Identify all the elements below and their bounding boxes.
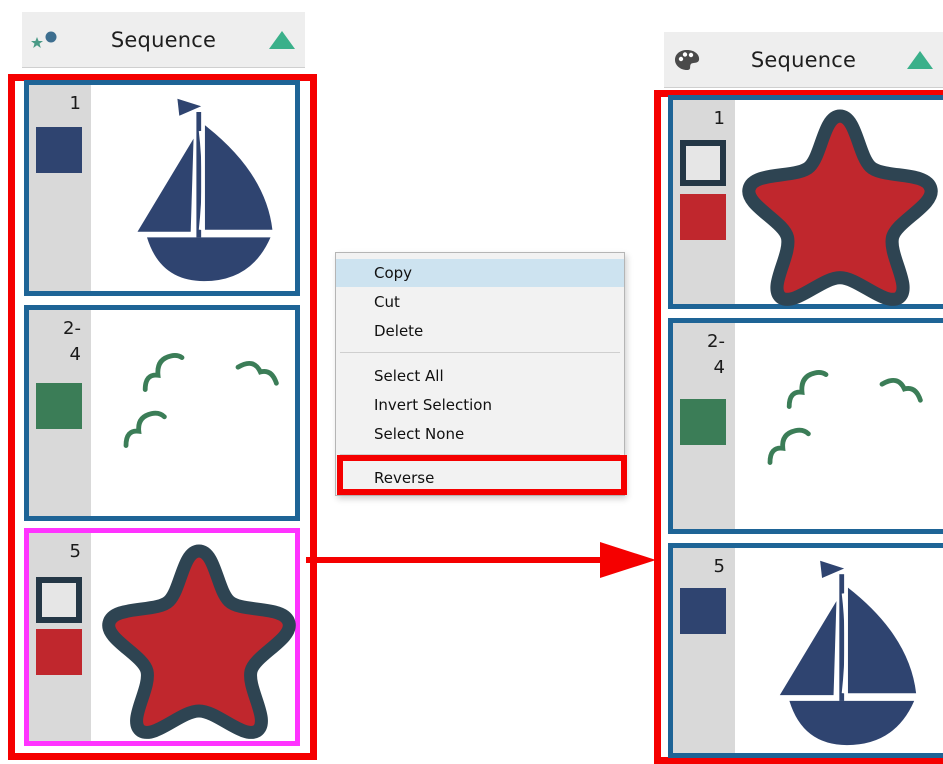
frame-1[interactable]: 1 [24,80,300,296]
annotation-box-reverse [337,455,627,495]
frame-2-4[interactable]: 2- 4 [668,318,943,534]
star-icon [742,109,938,306]
frame-2-4[interactable]: 2- 4 [24,305,300,521]
right-panel-header: Sequence [664,32,943,88]
sailboat-icon [137,98,273,282]
frame-5[interactable]: 5 [668,543,943,758]
menu-item-delete[interactable]: Delete [336,317,624,345]
frame-number: 5 [713,556,725,577]
sailboat-icon [779,560,917,746]
line-color-swatch[interactable] [680,140,726,186]
left-panel-header: Sequence [22,12,305,68]
triangle-up-icon[interactable] [897,49,943,71]
palette-icon[interactable] [664,48,710,72]
birds-icon [123,353,279,448]
frame-1[interactable]: 1 [668,95,943,309]
frame-number: 1 [713,108,725,129]
frame-number: 2- 4 [707,331,725,378]
frame-number: 5 [69,541,81,562]
panel-title: Sequence [110,27,217,52]
color-swatch[interactable] [680,399,726,445]
frame-5[interactable]: 5 [24,528,300,746]
menu-item-cut[interactable]: Cut [336,288,624,316]
line-color-swatch[interactable] [36,577,82,623]
color-swatch[interactable] [36,383,82,429]
triangle-up-icon[interactable] [259,29,305,51]
arrow-icon [306,542,656,578]
menu-item-select-all[interactable]: Select All [336,362,624,390]
menu-separator [340,352,620,353]
panel-title: Sequence [750,47,857,72]
menu-item-invert-selection[interactable]: Invert Selection [336,391,624,419]
menu-item-copy[interactable]: Copy [336,259,624,287]
fill-color-swatch[interactable] [36,629,82,675]
birds-icon [767,370,923,465]
color-swatch[interactable] [36,127,82,173]
frame-number: 2- 4 [63,318,81,365]
menu-item-select-none[interactable]: Select None [336,420,624,448]
frame-number: 1 [69,93,81,114]
star-icon [102,544,296,739]
color-swatch[interactable] [680,588,726,634]
shapes-icon[interactable] [22,29,68,51]
fill-color-swatch[interactable] [680,194,726,240]
